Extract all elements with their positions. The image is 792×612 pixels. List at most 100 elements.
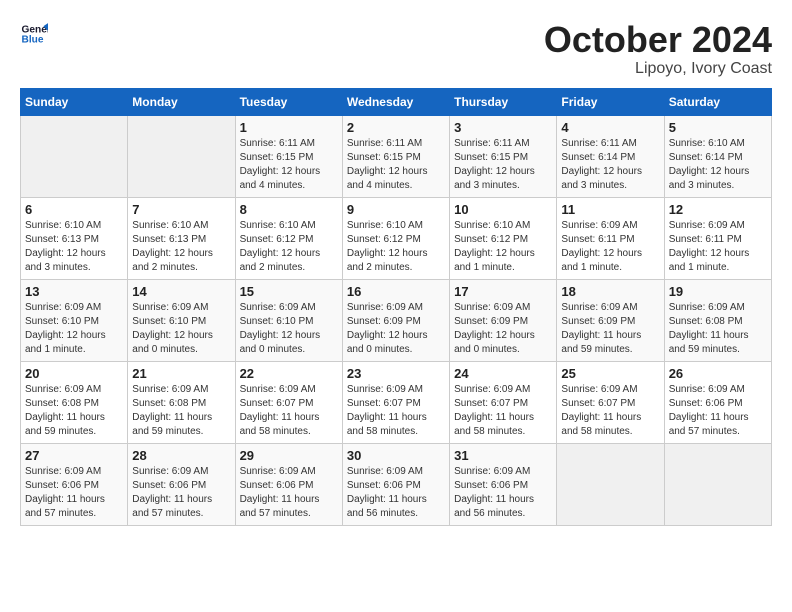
day-info: Sunrise: 6:09 AM Sunset: 6:06 PM Dayligh… <box>669 383 767 439</box>
weekday-header-saturday: Saturday <box>664 88 771 115</box>
day-number: 3 <box>454 120 552 135</box>
weekday-header-sunday: Sunday <box>21 88 128 115</box>
logo-icon: General Blue <box>20 20 48 48</box>
weekday-header-monday: Monday <box>128 88 235 115</box>
day-number: 29 <box>240 448 338 463</box>
day-number: 13 <box>25 284 123 299</box>
weekday-header-thursday: Thursday <box>450 88 557 115</box>
calendar-cell: 4 Sunrise: 6:11 AM Sunset: 6:14 PM Daylig… <box>557 115 664 197</box>
day-info: Sunrise: 6:10 AM Sunset: 6:14 PM Dayligh… <box>669 137 767 193</box>
day-info: Sunrise: 6:09 AM Sunset: 6:08 PM Dayligh… <box>132 383 230 439</box>
day-number: 1 <box>240 120 338 135</box>
day-info: Sunrise: 6:09 AM Sunset: 6:11 PM Dayligh… <box>669 219 767 275</box>
day-info: Sunrise: 6:09 AM Sunset: 6:06 PM Dayligh… <box>347 465 445 521</box>
day-info: Sunrise: 6:09 AM Sunset: 6:07 PM Dayligh… <box>347 383 445 439</box>
svg-text:Blue: Blue <box>22 35 44 46</box>
calendar-cell: 1 Sunrise: 6:11 AM Sunset: 6:15 PM Daylig… <box>235 115 342 197</box>
day-info: Sunrise: 6:11 AM Sunset: 6:15 PM Dayligh… <box>347 137 445 193</box>
calendar-cell <box>557 443 664 525</box>
day-number: 19 <box>669 284 767 299</box>
day-info: Sunrise: 6:09 AM Sunset: 6:09 PM Dayligh… <box>454 301 552 357</box>
calendar-cell: 26Sunrise: 6:09 AM Sunset: 6:06 PM Dayli… <box>664 361 771 443</box>
calendar-week-row: 27 Sunrise: 6:09 AM Sunset: 6:06 PM Dayli… <box>21 443 772 525</box>
calendar-cell: 13Sunrise: 6:09 AM Sunset: 6:10 PM Dayli… <box>21 279 128 361</box>
calendar-cell: 28 Sunrise: 6:09 AM Sunset: 6:06 PM Dayli… <box>128 443 235 525</box>
calendar-week-row: 1 Sunrise: 6:11 AM Sunset: 6:15 PM Daylig… <box>21 115 772 197</box>
day-info: Sunrise: 6:09 AM Sunset: 6:09 PM Dayligh… <box>347 301 445 357</box>
calendar-cell: 6Sunrise: 6:10 AM Sunset: 6:13 PM Daylig… <box>21 197 128 279</box>
calendar-cell: 22Sunrise: 6:09 AM Sunset: 6:07 PM Dayli… <box>235 361 342 443</box>
day-number: 20 <box>25 366 123 381</box>
calendar-cell: 18Sunrise: 6:09 AM Sunset: 6:09 PM Dayli… <box>557 279 664 361</box>
calendar-week-row: 20 Sunrise: 6:09 AM Sunset: 6:08 PM Dayli… <box>21 361 772 443</box>
day-number: 15 <box>240 284 338 299</box>
day-info: Sunrise: 6:09 AM Sunset: 6:11 PM Dayligh… <box>561 219 659 275</box>
calendar-cell: 12 Sunrise: 6:09 AM Sunset: 6:11 PM Dayli… <box>664 197 771 279</box>
calendar-cell: 23 Sunrise: 6:09 AM Sunset: 6:07 PM Dayli… <box>342 361 449 443</box>
day-number: 8 <box>240 202 338 217</box>
calendar-week-row: 13 Sunrise: 6:09 AM Sunset: 6:10 PM Dayli… <box>21 279 772 361</box>
day-info: Sunrise: 6:11 AM Sunset: 6:15 PM Dayligh… <box>240 137 338 193</box>
calendar-cell: 17Sunrise: 6:09 AM Sunset: 6:09 PM Dayli… <box>450 279 557 361</box>
logo: General Blue <box>20 20 48 48</box>
calendar-cell: 5 Sunrise: 6:10 AM Sunset: 6:14 PM Daylig… <box>664 115 771 197</box>
day-info: Sunrise: 6:11 AM Sunset: 6:15 PM Dayligh… <box>454 137 552 193</box>
day-number: 4 <box>561 120 659 135</box>
day-info: Sunrise: 6:09 AM Sunset: 6:08 PM Dayligh… <box>25 383 123 439</box>
day-info: Sunrise: 6:09 AM Sunset: 6:06 PM Dayligh… <box>132 465 230 521</box>
day-info: Sunrise: 6:09 AM Sunset: 6:08 PM Dayligh… <box>669 301 767 357</box>
day-number: 30 <box>347 448 445 463</box>
day-number: 16 <box>347 284 445 299</box>
location-subtitle: Lipoyo, Ivory Coast <box>544 60 772 78</box>
day-number: 6 <box>25 202 123 217</box>
day-number: 9 <box>347 202 445 217</box>
calendar-cell: 24Sunrise: 6:09 AM Sunset: 6:07 PM Dayli… <box>450 361 557 443</box>
weekday-header-wednesday: Wednesday <box>342 88 449 115</box>
day-info: Sunrise: 6:09 AM Sunset: 6:06 PM Dayligh… <box>454 465 552 521</box>
weekday-header-tuesday: Tuesday <box>235 88 342 115</box>
day-number: 11 <box>561 202 659 217</box>
day-info: Sunrise: 6:10 AM Sunset: 6:12 PM Dayligh… <box>240 219 338 275</box>
calendar-table: SundayMondayTuesdayWednesdayThursdayFrid… <box>20 88 772 526</box>
day-info: Sunrise: 6:09 AM Sunset: 6:06 PM Dayligh… <box>240 465 338 521</box>
calendar-cell <box>21 115 128 197</box>
day-info: Sunrise: 6:09 AM Sunset: 6:07 PM Dayligh… <box>454 383 552 439</box>
calendar-cell: 14Sunrise: 6:09 AM Sunset: 6:10 PM Dayli… <box>128 279 235 361</box>
calendar-cell: 29 Sunrise: 6:09 AM Sunset: 6:06 PM Dayli… <box>235 443 342 525</box>
calendar-cell: 10Sunrise: 6:10 AM Sunset: 6:12 PM Dayli… <box>450 197 557 279</box>
calendar-cell: 21 Sunrise: 6:09 AM Sunset: 6:08 PM Dayli… <box>128 361 235 443</box>
day-number: 18 <box>561 284 659 299</box>
calendar-week-row: 6 Sunrise: 6:10 AM Sunset: 6:13 PM Daylig… <box>21 197 772 279</box>
calendar-cell: 31 Sunrise: 6:09 AM Sunset: 6:06 PM Dayli… <box>450 443 557 525</box>
calendar-cell <box>128 115 235 197</box>
day-info: Sunrise: 6:10 AM Sunset: 6:12 PM Dayligh… <box>347 219 445 275</box>
day-number: 12 <box>669 202 767 217</box>
day-info: Sunrise: 6:11 AM Sunset: 6:14 PM Dayligh… <box>561 137 659 193</box>
day-number: 7 <box>132 202 230 217</box>
calendar-cell: 9 Sunrise: 6:10 AM Sunset: 6:12 PM Daylig… <box>342 197 449 279</box>
header: General Blue October 2024 Lipoyo, Ivory … <box>20 20 772 78</box>
day-number: 28 <box>132 448 230 463</box>
calendar-cell: 11 Sunrise: 6:09 AM Sunset: 6:11 PM Dayli… <box>557 197 664 279</box>
calendar-cell: 7 Sunrise: 6:10 AM Sunset: 6:13 PM Daylig… <box>128 197 235 279</box>
day-number: 21 <box>132 366 230 381</box>
weekday-header-friday: Friday <box>557 88 664 115</box>
calendar-cell: 3 Sunrise: 6:11 AM Sunset: 6:15 PM Daylig… <box>450 115 557 197</box>
day-info: Sunrise: 6:09 AM Sunset: 6:10 PM Dayligh… <box>240 301 338 357</box>
calendar-cell: 8 Sunrise: 6:10 AM Sunset: 6:12 PM Daylig… <box>235 197 342 279</box>
day-number: 5 <box>669 120 767 135</box>
calendar-cell: 27 Sunrise: 6:09 AM Sunset: 6:06 PM Dayli… <box>21 443 128 525</box>
day-info: Sunrise: 6:10 AM Sunset: 6:13 PM Dayligh… <box>132 219 230 275</box>
month-title: October 2024 <box>544 20 772 60</box>
calendar-cell: 19 Sunrise: 6:09 AM Sunset: 6:08 PM Dayli… <box>664 279 771 361</box>
calendar-cell: 30 Sunrise: 6:09 AM Sunset: 6:06 PM Dayli… <box>342 443 449 525</box>
day-number: 14 <box>132 284 230 299</box>
calendar-cell: 25Sunrise: 6:09 AM Sunset: 6:07 PM Dayli… <box>557 361 664 443</box>
title-area: October 2024 Lipoyo, Ivory Coast <box>544 20 772 78</box>
day-number: 23 <box>347 366 445 381</box>
day-number: 22 <box>240 366 338 381</box>
weekday-header-row: SundayMondayTuesdayWednesdayThursdayFrid… <box>21 88 772 115</box>
day-info: Sunrise: 6:09 AM Sunset: 6:06 PM Dayligh… <box>25 465 123 521</box>
day-number: 31 <box>454 448 552 463</box>
day-number: 27 <box>25 448 123 463</box>
